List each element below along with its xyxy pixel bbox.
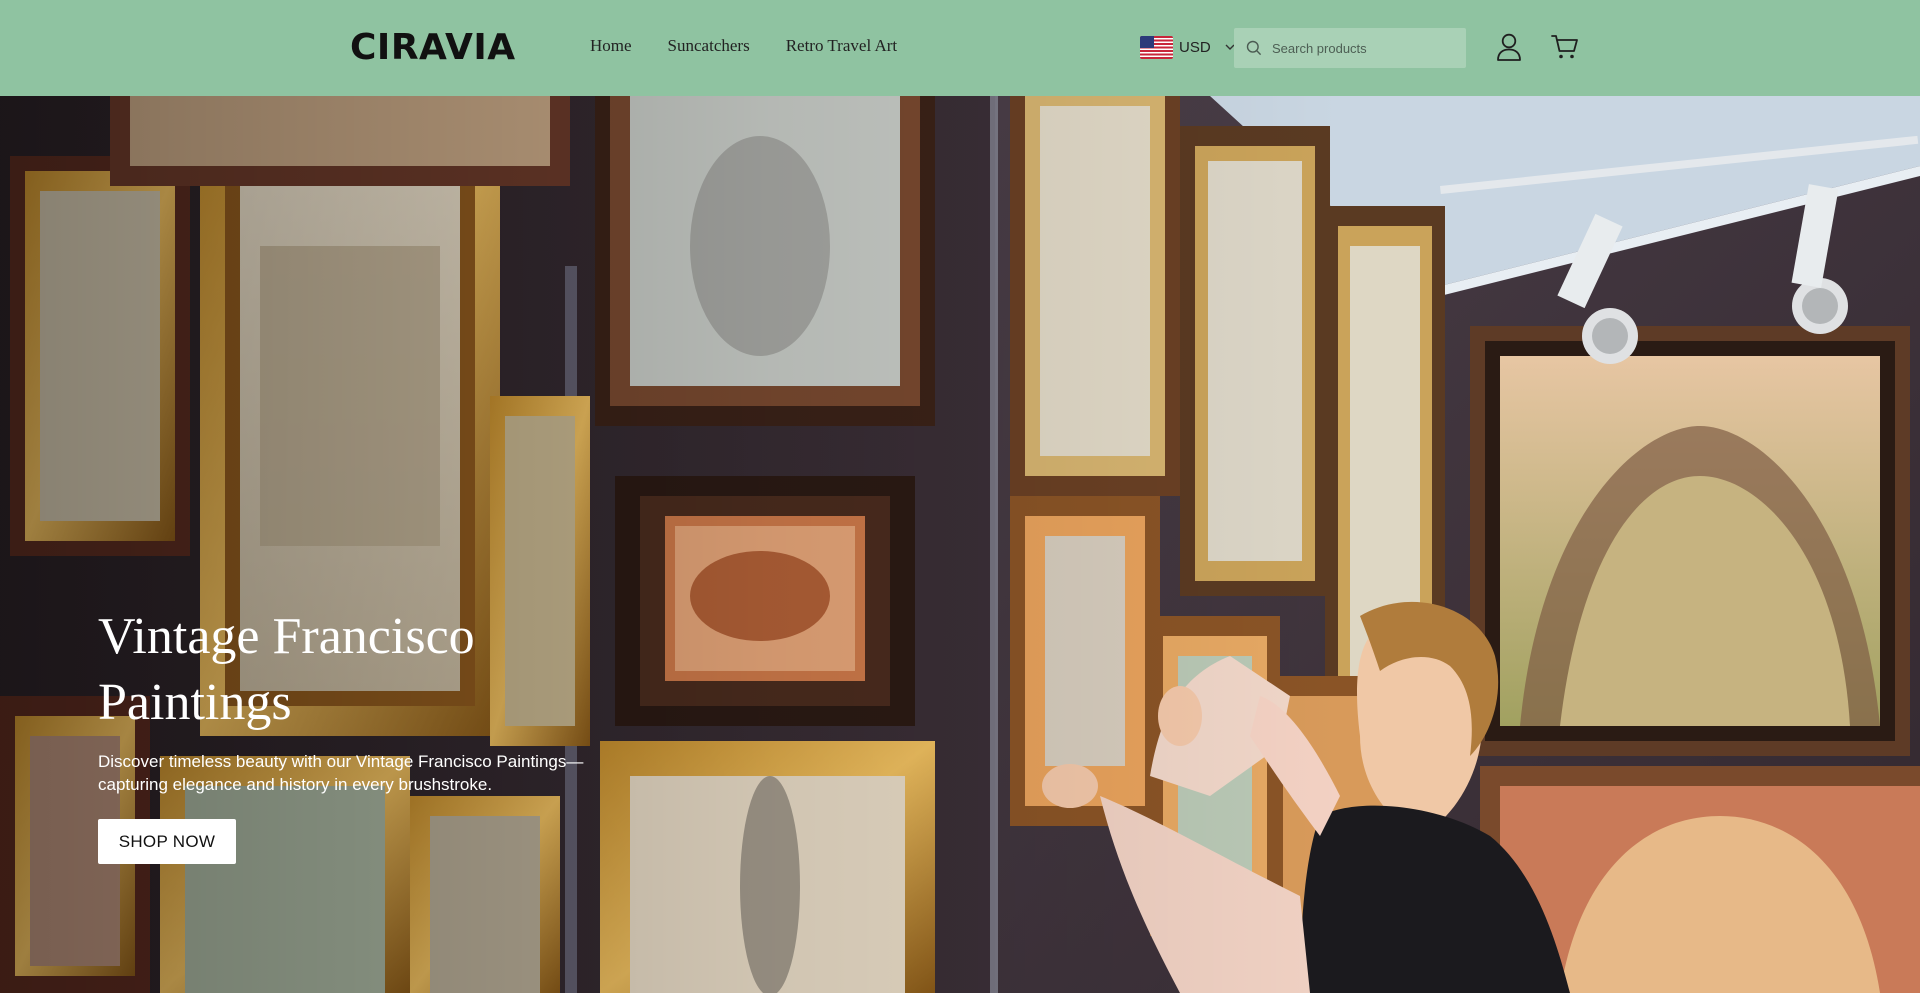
hero-banner: Vintage Francisco Paintings Discover tim… [0,96,1920,993]
currency-label: USD [1179,39,1211,56]
currency-selector[interactable]: USD [1140,36,1235,59]
shop-now-button[interactable]: SHOP NOW [98,819,236,864]
site-header: CIRAVIA Home Suncatchers Retro Travel Ar… [0,0,1920,96]
hero-title-line-2: Paintings [98,674,292,731]
hero-description-line-1: Discover timeless beauty with our Vintag… [98,752,584,771]
cart-button[interactable] [1550,32,1580,62]
account-icon [1497,33,1521,61]
hero-overlay [0,96,1920,993]
nav-suncatchers[interactable]: Suncatchers [668,36,750,56]
hero-title: Vintage Francisco Paintings [98,604,618,736]
logo[interactable]: CIRAVIA [350,28,516,68]
hero-description: Discover timeless beauty with our Vintag… [98,750,618,796]
nav-retro-travel-art[interactable]: Retro Travel Art [786,36,897,56]
main-nav: Home Suncatchers Retro Travel Art [590,36,897,56]
search-input[interactable] [1272,40,1452,56]
search-box [1234,28,1466,68]
account-button[interactable] [1494,32,1524,62]
search-icon [1246,40,1262,56]
nav-home[interactable]: Home [590,36,632,56]
cart-icon [1551,35,1578,59]
us-flag-icon [1140,36,1173,59]
hero-description-line-2: capturing elegance and history in every … [98,775,493,794]
hero-title-line-1: Vintage Francisco [98,608,475,665]
